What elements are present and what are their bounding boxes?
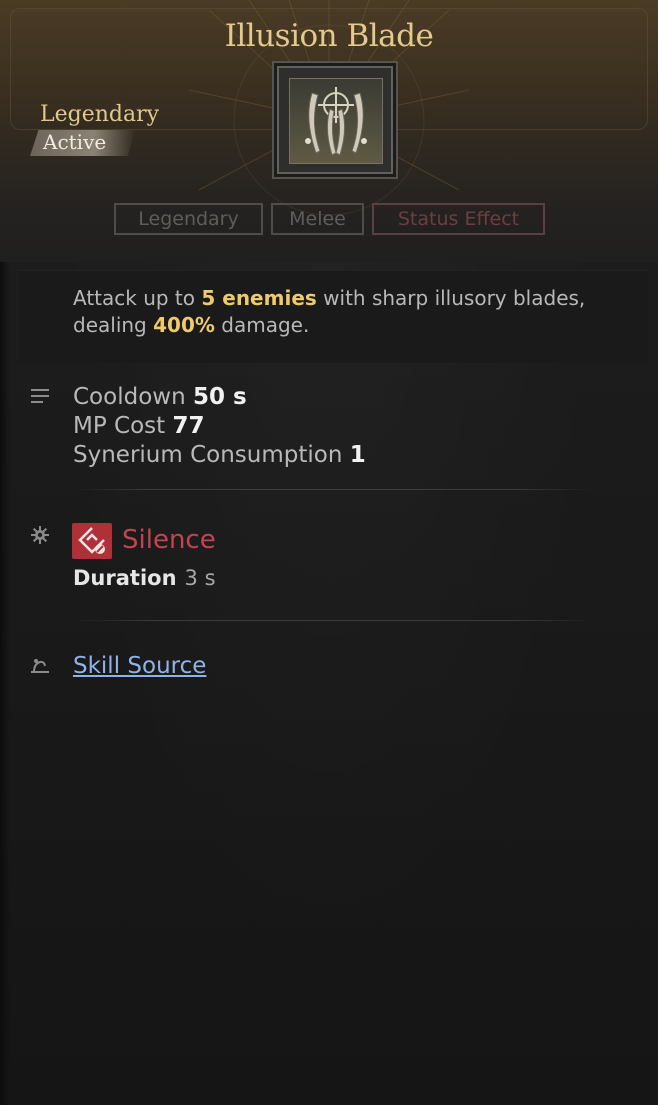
cooldown-label: Cooldown xyxy=(73,384,186,410)
desc-highlight-damage: 400% xyxy=(153,313,215,337)
list-icon xyxy=(31,389,49,405)
description-box: Attack up to 5 enemies with sharp illuso… xyxy=(18,270,648,363)
tag-melee: Melee xyxy=(271,203,364,235)
mp-cost-label: MP Cost xyxy=(73,413,166,439)
desc-text: damage. xyxy=(214,313,310,337)
duration-label: Duration xyxy=(73,566,177,590)
source-icon xyxy=(31,659,49,673)
status-effect-name: Silence xyxy=(122,525,216,555)
skill-source-link[interactable]: Skill Source xyxy=(73,653,206,679)
skill-grade: Legendary xyxy=(40,102,160,127)
tooltip-header: Illusion Blade Legendary Active Legendar… xyxy=(0,0,658,262)
silence-icon xyxy=(72,523,112,559)
cooldown-value: 50 s xyxy=(192,384,247,410)
divider xyxy=(73,489,593,490)
synerium-label: Synerium Consumption xyxy=(73,442,343,468)
stat-cooldown: Cooldown 50 s xyxy=(73,384,247,410)
tag-legendary: Legendary xyxy=(114,203,263,235)
crossed-blades-icon xyxy=(289,78,383,164)
skill-tooltip: Illusion Blade Legendary Active Legendar… xyxy=(0,0,658,1105)
divider xyxy=(73,620,593,621)
skill-icon-frame xyxy=(277,66,393,174)
skill-description: Attack up to 5 enemies with sharp illuso… xyxy=(73,285,613,339)
stat-mp-cost: MP Cost 77 xyxy=(73,413,205,439)
duration-value: 3 s xyxy=(184,566,216,590)
stat-synerium: Synerium Consumption 1 xyxy=(73,442,366,468)
mp-cost-value: 77 xyxy=(172,413,205,439)
skill-title: Illusion Blade xyxy=(224,18,434,54)
panel-edge-shade xyxy=(0,262,10,1105)
skill-type-label: Active xyxy=(43,130,107,154)
desc-text: Attack up to xyxy=(73,286,202,310)
status-effect-duration: Duration 3 s xyxy=(73,566,216,590)
gear-icon xyxy=(31,526,49,544)
tag-status-effect: Status Effect xyxy=(372,203,545,235)
desc-highlight-targets: 5 enemies xyxy=(201,286,317,310)
synerium-value: 1 xyxy=(349,442,366,468)
